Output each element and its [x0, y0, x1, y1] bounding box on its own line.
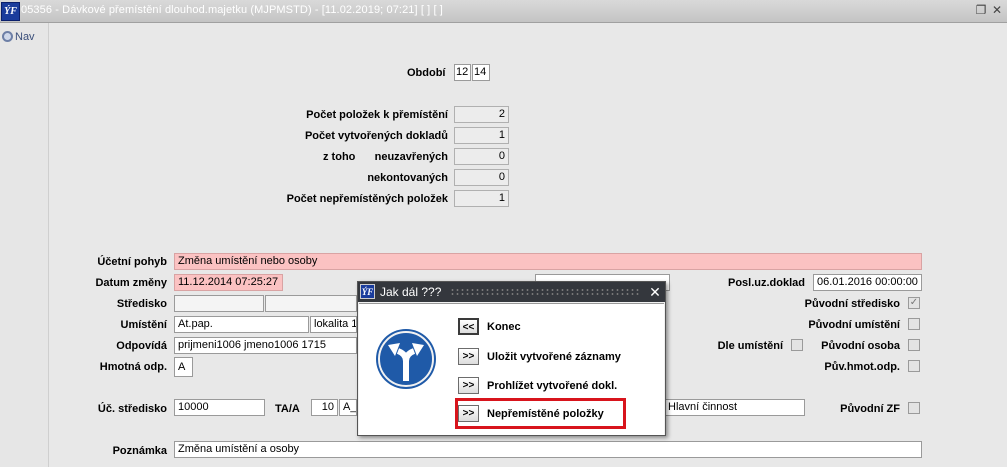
hmotna-odp-label: Hmotná odp.	[99, 361, 167, 373]
umisteni-label: Umístění	[120, 319, 167, 331]
puvodni-umisteni-checkbox[interactable]	[908, 318, 920, 330]
stredisko-label: Středisko	[116, 298, 167, 310]
ucetni-pohyb-field[interactable]: Změna umístění nebo osoby	[174, 253, 922, 270]
posl-uz-doklad-field[interactable]: 06.01.2016 00:00:00	[813, 274, 922, 291]
dialog-close-icon[interactable]: ✕	[647, 283, 663, 301]
poznamka-field[interactable]: Změna umístění a osoby	[174, 441, 922, 458]
odpovida-field[interactable]: prijmeni1006 jmeno1006 1715	[174, 337, 357, 354]
nekontovanych-label: nekontovaných	[367, 172, 448, 184]
nav-radio-icon	[2, 31, 13, 42]
uct-stredisko-field[interactable]: 10000	[174, 399, 265, 416]
puv-hmot-odp-label: Pův.hmot.odp.	[824, 361, 900, 373]
restore-window-icon[interactable]: ❐	[974, 3, 988, 17]
neuzavrenych-label: neuzavřených	[374, 151, 448, 163]
app-logo-icon: ÝF	[1, 2, 20, 21]
pocet-polozek-label: Počet položek k přemístění	[306, 109, 448, 121]
ulozit-zaznamy-button[interactable]: >>	[458, 348, 479, 365]
puvodni-stredisko-label: Původní středisko	[804, 298, 900, 310]
pocet-nepremistenych-label: Počet nepřemístěných položek	[286, 193, 448, 205]
uct-stredisko-label: Úč. středisko	[97, 403, 167, 415]
stredisko-field-1[interactable]	[174, 295, 264, 312]
puvodni-zf-label: Původní ZF	[840, 403, 900, 415]
z-toho-label: z toho	[323, 151, 356, 163]
nav-button[interactable]: Nav	[2, 31, 35, 43]
dialog-logo-icon: ÝF	[360, 284, 375, 299]
obdobi-field-1[interactable]: 12	[454, 64, 471, 81]
pocet-dokladu-value: 1	[454, 127, 509, 144]
konec-label: Konec	[487, 321, 521, 333]
ta-label: TA/A	[275, 403, 300, 415]
nekontovanych-value: 0	[454, 169, 509, 186]
prohlizet-doklady-button[interactable]: >>	[458, 377, 479, 394]
ucetni-pohyb-label: Účetní pohyb	[97, 256, 167, 268]
puvodni-zf-checkbox[interactable]	[908, 402, 920, 414]
ta-field-2[interactable]: A_	[339, 399, 357, 416]
obdobi-field-2[interactable]: 14	[472, 64, 490, 81]
dle-umisteni-label: Dle umístění	[717, 340, 783, 352]
puvodni-osoba-label: Původní osoba	[821, 340, 900, 352]
poznamka-label: Poznámka	[112, 445, 167, 457]
datum-zmeny-label: Datum změny	[95, 277, 167, 289]
odpovida-label: Odpovídá	[116, 340, 167, 352]
puvodni-stredisko-checkbox[interactable]: ✓	[908, 297, 920, 309]
umisteni-field-2[interactable]: lokalita 13	[310, 316, 357, 333]
ta-field-1[interactable]: 10	[311, 399, 338, 416]
puvodni-osoba-checkbox[interactable]	[908, 339, 920, 351]
puv-hmot-odp-checkbox[interactable]	[908, 360, 920, 372]
window-titlebar: ÝF 05356 - Dávkové přemístění dlouhod.ma…	[0, 0, 1007, 23]
dialog-body: << Konec >> Uložit vytvořené záznamy >> …	[359, 303, 664, 435]
stredisko-field-2[interactable]	[265, 295, 357, 312]
left-panel: Nav	[0, 23, 49, 467]
obdobi-label: Období	[407, 67, 446, 79]
split-direction-sign-icon	[376, 329, 436, 389]
highlight-box	[455, 398, 626, 429]
umisteni-field-1[interactable]: At.pap.	[174, 316, 309, 333]
pocet-nepremistenych-value: 1	[454, 190, 509, 207]
hmotna-odp-field[interactable]: A	[174, 357, 193, 377]
pocet-dokladu-label: Počet vytvořených dokladů	[304, 130, 448, 142]
posl-uz-doklad-label: Posl.uz.doklad	[727, 277, 805, 289]
dialog-title: Jak dál ???	[380, 285, 442, 299]
neuzavrenych-value: 0	[454, 148, 509, 165]
nav-label: Nav	[15, 31, 35, 43]
window-title: 05356 - Dávkové přemístění dlouhod.majet…	[21, 4, 443, 16]
ulozit-zaznamy-label: Uložit vytvořené záznamy	[487, 351, 621, 363]
jak-dal-dialog: ÝF Jak dál ??? ✕ << Konec >> Uložit vytv…	[357, 281, 666, 436]
dialog-title-pattern	[450, 288, 640, 296]
dialog-titlebar: ÝF Jak dál ??? ✕	[358, 282, 665, 302]
puvodni-umisteni-label: Původní umístění	[808, 319, 900, 331]
close-window-icon[interactable]: ✕	[990, 3, 1004, 17]
konec-button[interactable]: <<	[458, 318, 479, 335]
prohlizet-doklady-label: Prohlížet vytvořené dokl.	[487, 380, 618, 392]
datum-zmeny-field[interactable]: 11.12.2014 07:25:27	[174, 274, 283, 291]
pocet-polozek-value: 2	[454, 106, 509, 123]
